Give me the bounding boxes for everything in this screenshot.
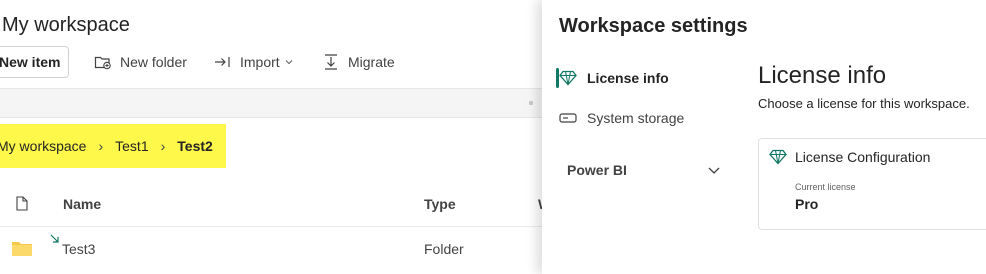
breadcrumb-item-test2: Test2 [177,138,213,154]
card-header: License Configuration [769,149,930,165]
folder-icon [11,239,33,260]
selected-indicator [556,68,559,88]
bar-handle [529,101,533,105]
nav-item-license-info[interactable]: License info [556,64,669,92]
migrate-button[interactable]: Migrate [322,46,395,78]
breadcrumb: My workspace › Test1 › Test2 [0,124,226,168]
workspace-toolbar: New item New folder Import Migrate [0,46,542,78]
chevron-right-icon: › [98,138,104,154]
license-configuration-card: License Configuration Current license Pr… [758,138,986,230]
nav-license-label: License info [587,70,669,86]
nav-storage-label: System storage [587,110,685,126]
import-label: Import [240,54,280,70]
workspace-title: My workspace [2,14,130,36]
import-button[interactable]: Import [214,46,302,78]
column-header-name[interactable]: Name [63,196,101,212]
diamond-icon [769,149,787,165]
nav-power-bi-label: Power BI [567,162,627,178]
column-header-type[interactable]: Type [424,196,456,212]
breadcrumb-item-test1[interactable]: Test1 [115,138,148,154]
row-name[interactable]: Test3 [62,241,95,257]
chevron-down-icon [285,60,293,65]
migrate-icon [325,54,337,70]
new-folder-icon [94,56,111,70]
content-subtitle: Choose a license for this workspace. [758,96,970,111]
content-title: License info [758,62,887,89]
chevron-down-icon [708,167,720,174]
storage-icon [559,113,577,123]
filter-bar [0,88,542,118]
new-item-button[interactable]: New item [0,46,69,78]
migrate-label: Migrate [348,54,395,70]
nav-section-power-bi[interactable]: Power BI [567,156,731,184]
chevron-right-icon: › [160,138,166,154]
new-folder-button[interactable]: New folder [94,46,187,78]
workspace-settings-panel: Workspace settings License info System s… [542,0,986,274]
file-type-icon [16,196,28,214]
panel-title: Workspace settings [559,15,748,37]
current-license-label: Current license [795,182,856,192]
new-folder-label: New folder [120,54,187,70]
table-row[interactable]: Test3 Folder [0,226,542,270]
row-type: Folder [424,241,464,257]
new-indicator-icon [50,231,60,247]
breadcrumb-item-my-workspace[interactable]: My workspace [0,138,86,154]
card-heading: License Configuration [795,149,931,165]
workspace-page: My workspace New item New folder Import [0,0,542,274]
table-header: Name Type W [0,190,542,218]
current-license-value: Pro [795,196,819,212]
import-icon [215,57,230,67]
nav-item-system-storage[interactable]: System storage [559,104,684,132]
diamond-icon [559,70,577,86]
